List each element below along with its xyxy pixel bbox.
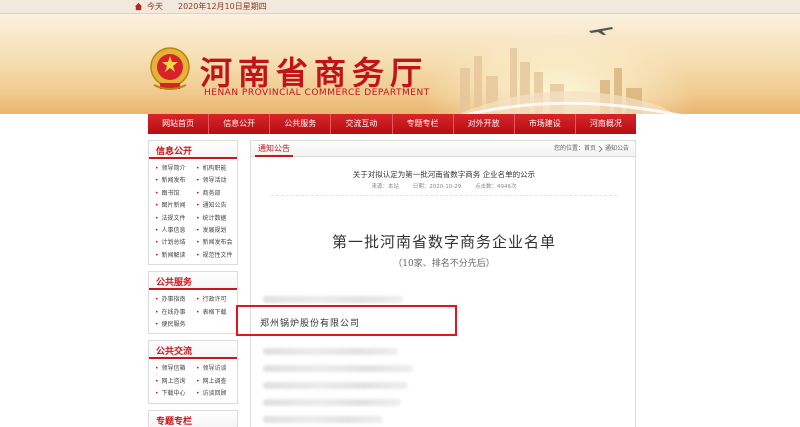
city-skyline-graphic (458, 48, 681, 114)
breadcrumb: 您的位置：首页 通知公告 (554, 141, 629, 157)
sidebar-section-interact: 公共交流 领导信箱 领导访谈 网上咨询 网上调查 下载中心 访谈回顾 (148, 340, 238, 404)
sidebar-section-title[interactable]: 公共交流 (156, 344, 192, 357)
sidebar-link[interactable]: 便民服务 (155, 319, 196, 331)
sidebar-link[interactable]: 访谈回顾 (196, 388, 237, 400)
sidebar-link[interactable]: 领导访谈 (196, 363, 237, 375)
main-content: 通知公告 您的位置：首页 通知公告 关于对拟认定为第一批河南省数字商务 企业名单的… (250, 140, 636, 427)
sidebar-section-title[interactable]: 公共服务 (156, 275, 192, 288)
chevron-right-icon (598, 145, 603, 152)
sidebar-section-service: 公共服务 办事指南 行政许可 在线办事 表格下载 便民服务 (148, 271, 238, 335)
main-nav: 网站首页 信息公开 公共服务 交流互动 专题专栏 对外开放 市场建设 河南概况 (148, 114, 636, 134)
breadcrumb-home[interactable]: 首页 (584, 145, 596, 152)
blurred-list-item (263, 399, 401, 406)
sidebar-section-header: 公共服务 (149, 272, 237, 291)
sidebar-link[interactable]: 领导活动 (196, 175, 237, 187)
sidebar-section-header: 信息公开 (149, 141, 237, 159)
nav-item-home[interactable]: 网站首页 (148, 114, 210, 134)
current-date: 2020年12月10日星期四 (178, 2, 267, 11)
content-header: 通知公告 您的位置：首页 通知公告 (251, 141, 635, 157)
blurred-list-item (263, 416, 383, 423)
document-subtitle: （10家、排名不分先后） (393, 259, 495, 269)
article-source: 来源：本站 (371, 184, 400, 190)
blurred-list-item (263, 348, 398, 355)
sidebar-link[interactable]: 机构职能 (196, 163, 237, 175)
sidebar-section-info: 信息公开 领导简介 机构职能 新闻发布 领导活动 图书馆 商务部 图片新闻 通知… (148, 140, 238, 266)
sidebar-link[interactable]: 规范性文件 (196, 250, 237, 262)
sidebar-section-title[interactable]: 专题专栏 (156, 414, 192, 427)
national-emblem-icon (150, 47, 190, 90)
document-title: 第一批河南省数字商务企业名单 (331, 233, 556, 251)
divider (271, 195, 617, 196)
sidebar-link[interactable]: 法规文件 (155, 213, 196, 225)
article-date: 日期：2020-10-29 (412, 184, 462, 190)
site-title-en: HENAN PROVINCIAL COMMERCE DEPARTMENT (204, 88, 430, 98)
site-header: 河南省商务厅 HENAN PROVINCIAL COMMERCE DEPARTM… (0, 14, 800, 114)
sidebar-link[interactable]: 表格下载 (196, 307, 237, 319)
blurred-list-item (263, 382, 408, 389)
sidebar-link[interactable]: 图片新闻 (155, 200, 196, 212)
sidebar-section-title[interactable]: 信息公开 (156, 144, 192, 157)
sidebar-section-header: 专题专栏 (149, 410, 237, 427)
tab-notices[interactable]: 通知公告 (255, 141, 293, 157)
sidebar-link[interactable]: 人事信息 (155, 225, 196, 237)
breadcrumb-prefix: 您的位置： (553, 145, 584, 152)
airplane-icon (589, 27, 613, 35)
nav-item-market[interactable]: 市场建设 (515, 114, 576, 134)
sidebar-link[interactable]: 商务部 (196, 188, 237, 200)
breadcrumb-current[interactable]: 通知公告 (605, 145, 629, 152)
nav-item-info[interactable]: 信息公开 (209, 114, 271, 134)
sidebar-link[interactable]: 发展规划 (196, 225, 237, 237)
highlight-box (236, 305, 457, 336)
article-title: 关于对拟认定为第一批河南省数字商务 企业名单的公示 (352, 170, 536, 179)
sidebar-link[interactable]: 统计数据 (196, 213, 237, 225)
nav-item-interact[interactable]: 交流互动 (331, 114, 393, 134)
nav-item-open[interactable]: 对外开放 (454, 114, 515, 134)
sidebar-link[interactable]: 领导信箱 (155, 363, 196, 375)
sidebar-link[interactable]: 网上调查 (196, 376, 237, 388)
sidebar-section-special: 专题专栏 (148, 409, 238, 427)
sidebar-link-grid: 办事指南 行政许可 在线办事 表格下载 便民服务 (149, 290, 237, 333)
article-meta: 来源：本站 日期：2020-10-29 点击数：4946次 (251, 182, 637, 190)
sidebar-link[interactable]: 新闻解读 (155, 250, 196, 262)
sidebar-link-grid: 领导简介 机构职能 新闻发布 领导活动 图书馆 商务部 图片新闻 通知公告 法规… (149, 159, 237, 264)
blurred-list-item (263, 365, 413, 372)
sidebar-link[interactable]: 新闻发布会 (196, 237, 237, 249)
sidebar-section-header: 公共交流 (149, 341, 237, 360)
sidebar-link[interactable]: 领导简介 (155, 163, 196, 175)
sidebar-link[interactable]: 图书馆 (155, 188, 196, 200)
today-label: 今天 (147, 2, 163, 11)
sidebar-link[interactable]: 行政许可 (196, 294, 237, 306)
article-clicks: 点击数：4946次 (474, 184, 517, 190)
sidebar-link[interactable]: 在线办事 (155, 307, 196, 319)
sidebar-link-grid: 领导信箱 领导访谈 网上咨询 网上调查 下载中心 访谈回顾 (149, 359, 237, 402)
sidebar-link[interactable]: 下载中心 (155, 388, 196, 400)
nav-item-service[interactable]: 公共服务 (270, 114, 332, 134)
sidebar-link[interactable]: 新闻发布 (155, 175, 196, 187)
sidebar-link[interactable]: 网上咨询 (155, 376, 196, 388)
home-icon[interactable] (134, 2, 143, 11)
nav-item-special[interactable]: 专题专栏 (393, 114, 454, 134)
sidebar-link[interactable]: 计划总结 (155, 237, 196, 249)
sidebar-link[interactable]: 办事指南 (155, 294, 196, 306)
blurred-list-item (263, 296, 403, 303)
nav-item-overview[interactable]: 河南概况 (576, 114, 636, 134)
top-bar: 今天 2020年12月10日星期四 (0, 0, 800, 14)
sidebar-link[interactable]: 通知公告 (196, 200, 237, 212)
sidebar: 信息公开 领导简介 机构职能 新闻发布 领导活动 图书馆 商务部 图片新闻 通知… (148, 140, 238, 427)
